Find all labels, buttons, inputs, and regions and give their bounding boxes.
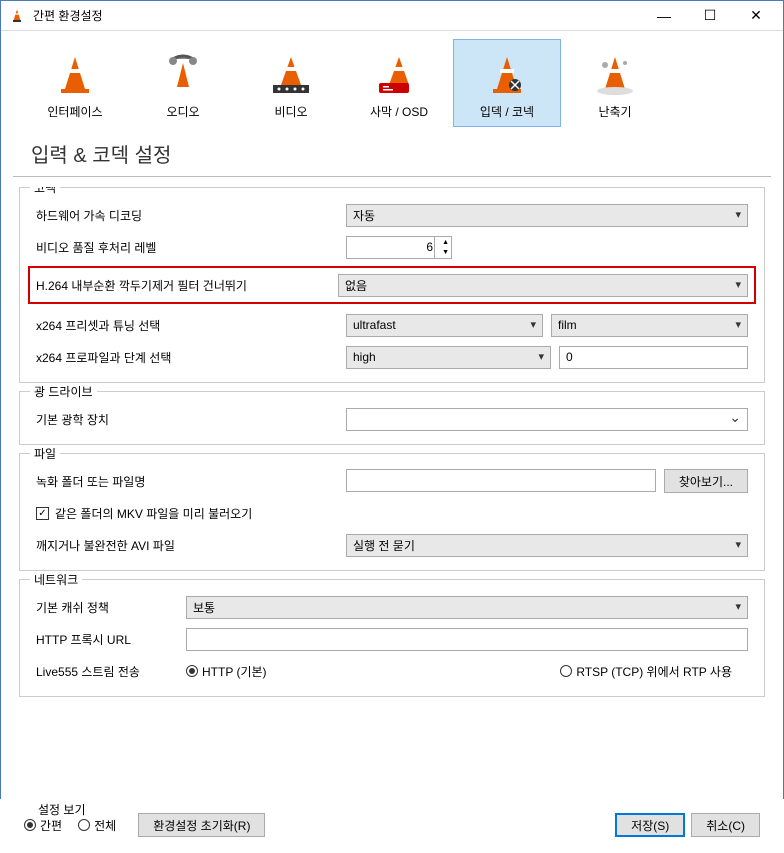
spin-down-icon[interactable]: ▼ [442, 249, 449, 256]
optical-device-label: 기본 광학 장치 [36, 411, 346, 428]
tab-subtitles[interactable]: 사막 / OSD [345, 39, 453, 127]
cache-combo[interactable]: 보통 [186, 596, 748, 619]
category-tabs: 인터페이스 오디오 비디오 사막 / OSD 입덱 / 코넥 난축기 [1, 31, 783, 127]
spin-up-icon[interactable]: ▲ [442, 239, 449, 246]
tab-interface-label: 인터페이스 [47, 103, 102, 120]
tab-subtitles-label: 사막 / OSD [370, 103, 428, 120]
group-codec: 코덱 하드웨어 가속 디코딩 자동 비디오 품질 후처리 레벨 6 ▲ ▼ H.… [19, 187, 765, 383]
radio-rtsp-tcp[interactable]: RTSP (TCP) 위에서 RTP 사용 [560, 663, 732, 680]
checkbox-checked-icon: ✓ [36, 507, 49, 520]
subtitle-cone-icon [375, 51, 423, 99]
x264-preset-combo[interactable]: ultrafast [346, 314, 543, 337]
tab-input-codec[interactable]: 입덱 / 코넥 [453, 39, 561, 127]
tab-video[interactable]: 비디오 [237, 39, 345, 127]
x264-preset-label: x264 프리셋과 튜닝 선택 [36, 317, 346, 334]
record-folder-input[interactable] [346, 469, 656, 492]
tab-hotkeys[interactable]: 난축기 [561, 39, 669, 127]
hotkey-cone-icon [591, 51, 639, 99]
postproc-label: 비디오 품질 후처리 레벨 [36, 239, 346, 256]
group-file: 파일 녹화 폴더 또는 파일명 찾아보기... ✓ 같은 폴더의 MKV 파일을… [19, 453, 765, 571]
maximize-button[interactable]: ☐ [687, 2, 733, 30]
vlc-logo-icon [9, 8, 25, 24]
h264-loopfilter-highlight: H.264 내부순환 깍두기제거 필터 건너뛰기 없음 [28, 266, 756, 304]
settings-view-label: 설정 보기 [38, 801, 86, 818]
tab-audio[interactable]: 오디오 [129, 39, 237, 127]
page-heading: 입력 & 코덱 설정 [13, 127, 771, 177]
live555-label: Live555 스트림 전송 [36, 663, 186, 680]
browse-button[interactable]: 찾아보기... [664, 469, 748, 493]
h264-loopfilter-label: H.264 내부순환 깍두기제거 필터 건너뛰기 [36, 277, 338, 294]
group-network: 네트워크 기본 캐쉬 정책 보통 HTTP 프록시 URL Live555 스트… [19, 579, 765, 697]
cache-label: 기본 캐쉬 정책 [36, 599, 186, 616]
cancel-button[interactable]: 취소(C) [691, 813, 760, 837]
proxy-input[interactable] [186, 628, 748, 651]
optical-device-combo[interactable] [346, 408, 748, 431]
radio-unchecked-icon [78, 819, 90, 831]
proxy-label: HTTP 프록시 URL [36, 631, 186, 648]
mkv-preload-checkbox[interactable]: ✓ 같은 폴더의 MKV 파일을 미리 불러오기 [36, 505, 252, 522]
interface-cone-icon [51, 51, 99, 99]
tab-input-codec-label: 입덱 / 코넥 [480, 103, 534, 120]
footer-bar: 설정 보기 간편 전체 환경설정 초기화(R) 저장(S) 취소(C) [0, 799, 784, 853]
x264-profile-label: x264 프로파일과 단계 선택 [36, 349, 346, 366]
radio-http-default[interactable]: HTTP (기본) [186, 663, 267, 680]
x264-profile-combo[interactable]: high [346, 346, 551, 369]
radio-unchecked-icon [560, 665, 572, 677]
group-optical-title: 광 드라이브 [30, 383, 97, 400]
mkv-preload-label: 같은 폴더의 MKV 파일을 미리 불러오기 [55, 505, 252, 522]
close-button[interactable]: ✕ [733, 2, 779, 30]
radio-simple[interactable]: 간편 [24, 817, 62, 834]
tab-audio-label: 오디오 [166, 103, 199, 120]
radio-checked-icon [186, 665, 198, 677]
group-network-title: 네트워크 [30, 571, 82, 588]
radio-all[interactable]: 전체 [78, 817, 116, 834]
reset-button[interactable]: 환경설정 초기화(R) [138, 813, 265, 837]
minimize-button[interactable]: — [641, 2, 687, 30]
tab-video-label: 비디오 [274, 103, 307, 120]
tab-hotkeys-label: 난축기 [598, 103, 631, 120]
avi-label: 깨지거나 불완전한 AVI 파일 [36, 537, 346, 554]
avi-combo[interactable]: 실행 전 묻기 [346, 534, 748, 557]
window-title: 간편 환경설정 [33, 7, 641, 24]
save-button[interactable]: 저장(S) [615, 813, 685, 837]
group-optical: 광 드라이브 기본 광학 장치 [19, 391, 765, 445]
hw-decode-combo[interactable]: 자동 [346, 204, 748, 227]
record-folder-label: 녹화 폴더 또는 파일명 [36, 473, 346, 490]
group-file-title: 파일 [30, 445, 60, 462]
postproc-spinner[interactable]: 6 ▲ ▼ [346, 236, 452, 259]
video-cone-icon [267, 51, 315, 99]
audio-cone-icon [159, 51, 207, 99]
group-codec-title: 코덱 [30, 187, 60, 196]
titlebar: 간편 환경설정 — ☐ ✕ [1, 1, 783, 31]
tab-interface[interactable]: 인터페이스 [21, 39, 129, 127]
radio-checked-icon [24, 819, 36, 831]
x264-level-input[interactable]: 0 [559, 346, 748, 369]
x264-tune-combo[interactable]: film [551, 314, 748, 337]
hw-decode-label: 하드웨어 가속 디코딩 [36, 207, 346, 224]
codec-cone-icon [483, 51, 531, 99]
h264-loopfilter-combo[interactable]: 없음 [338, 274, 748, 297]
